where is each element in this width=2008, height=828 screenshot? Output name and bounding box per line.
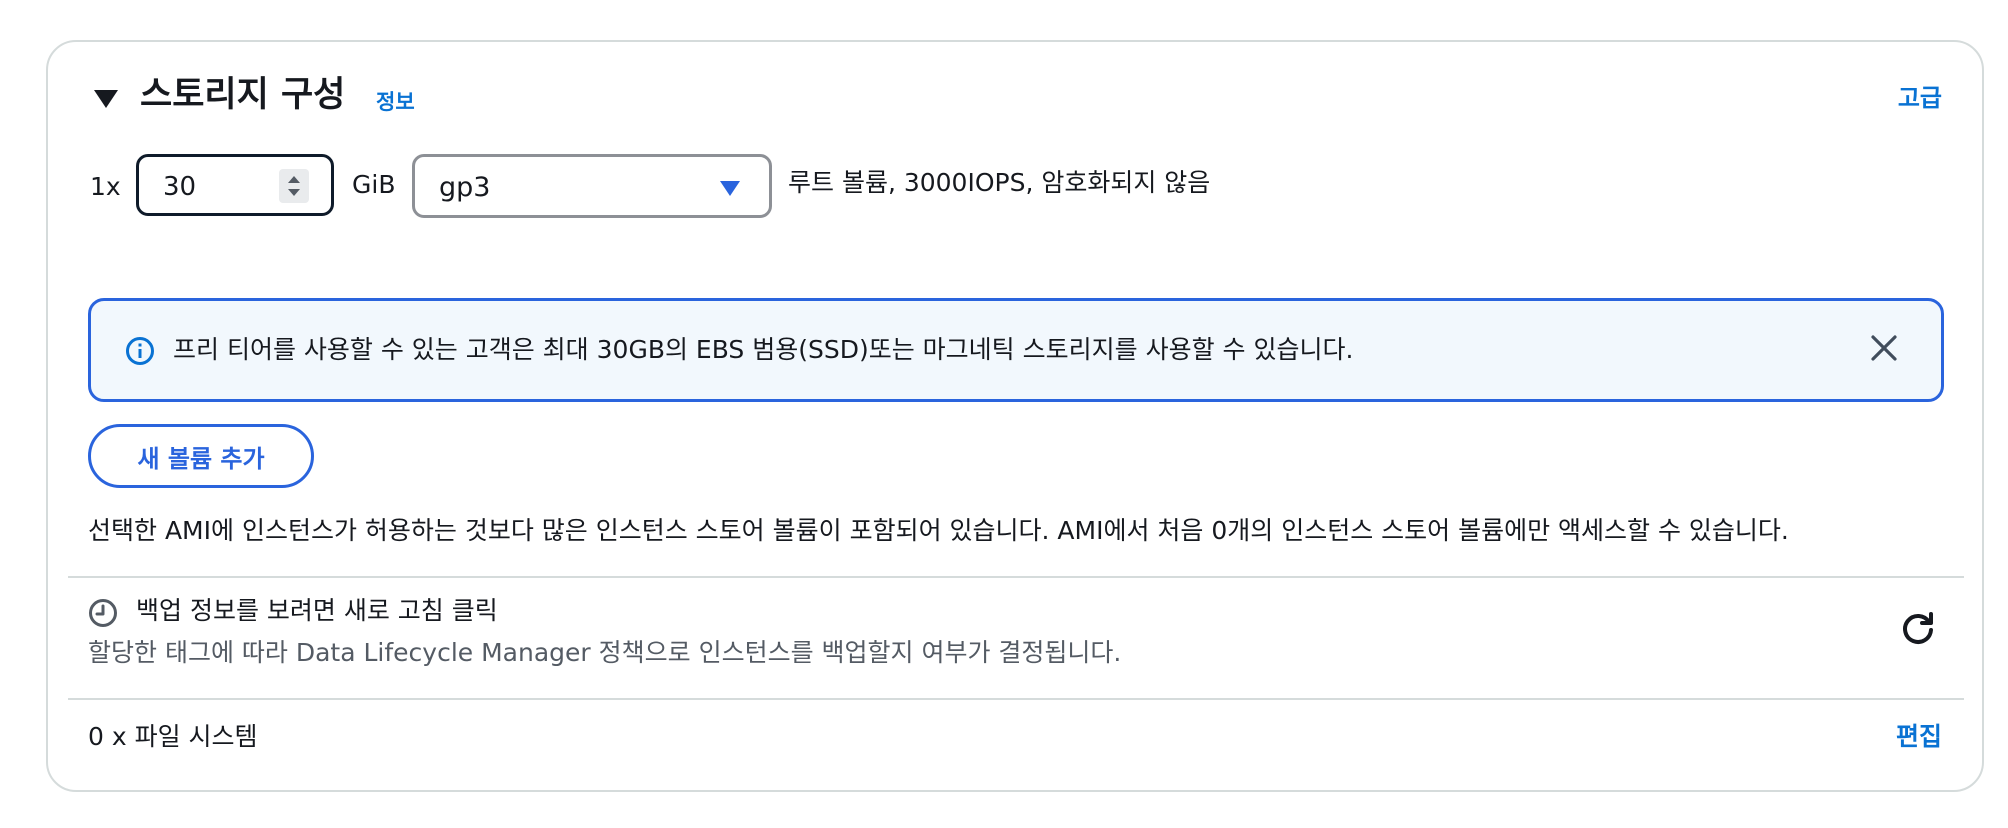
volume-size-input[interactable]: 30 bbox=[136, 154, 334, 216]
add-new-volume-button[interactable]: 새 볼륨 추가 bbox=[88, 424, 314, 488]
free-tier-alert: 프리 티어를 사용할 수 있는 고객은 최대 30GB의 EBS 범용(SSD)… bbox=[88, 298, 1944, 402]
advanced-link[interactable]: 고급 bbox=[1898, 82, 1942, 114]
volume-count: 1x bbox=[90, 172, 121, 201]
backup-info-title: 백업 정보를 보려면 새로 고침 클릭 bbox=[136, 596, 498, 625]
backup-info-description: 할당한 태그에 따라 Data Lifecycle Manager 정책으로 인… bbox=[88, 638, 1122, 667]
volume-description: 루트 볼륨, 3000IOPS, 암호화되지 않음 bbox=[788, 168, 1211, 197]
volume-size-unit: GiB bbox=[352, 170, 396, 199]
ami-instance-store-note: 선택한 AMI에 인스턴스가 허용하는 것보다 많은 인스턴스 스토어 볼륨이 … bbox=[88, 516, 1789, 545]
info-link[interactable]: 정보 bbox=[376, 88, 415, 116]
close-icon[interactable] bbox=[1869, 333, 1899, 363]
storage-config-panel: 스토리지 구성 정보 고급 1x 30 GiB gp3 루트 볼륨, 3000I… bbox=[46, 40, 1984, 792]
clock-icon bbox=[89, 599, 117, 627]
section-title: 스토리지 구성 bbox=[140, 75, 346, 115]
volume-type-select[interactable]: gp3 bbox=[412, 154, 772, 218]
info-icon bbox=[126, 337, 154, 365]
divider bbox=[68, 698, 1964, 700]
edit-file-systems-link[interactable]: 편집 bbox=[1896, 720, 1942, 754]
dropdown-caret-icon bbox=[720, 181, 740, 196]
caret-down-icon[interactable] bbox=[92, 84, 120, 112]
refresh-icon[interactable] bbox=[1898, 608, 1938, 648]
spinner-arrows-icon[interactable] bbox=[279, 169, 309, 203]
file-systems-count: 0 x 파일 시스템 bbox=[88, 722, 258, 751]
volume-type-value: gp3 bbox=[439, 172, 491, 203]
divider bbox=[68, 576, 1964, 578]
volume-size-value: 30 bbox=[163, 172, 197, 202]
alert-message: 프리 티어를 사용할 수 있는 고객은 최대 30GB의 EBS 범용(SSD)… bbox=[173, 335, 1354, 364]
